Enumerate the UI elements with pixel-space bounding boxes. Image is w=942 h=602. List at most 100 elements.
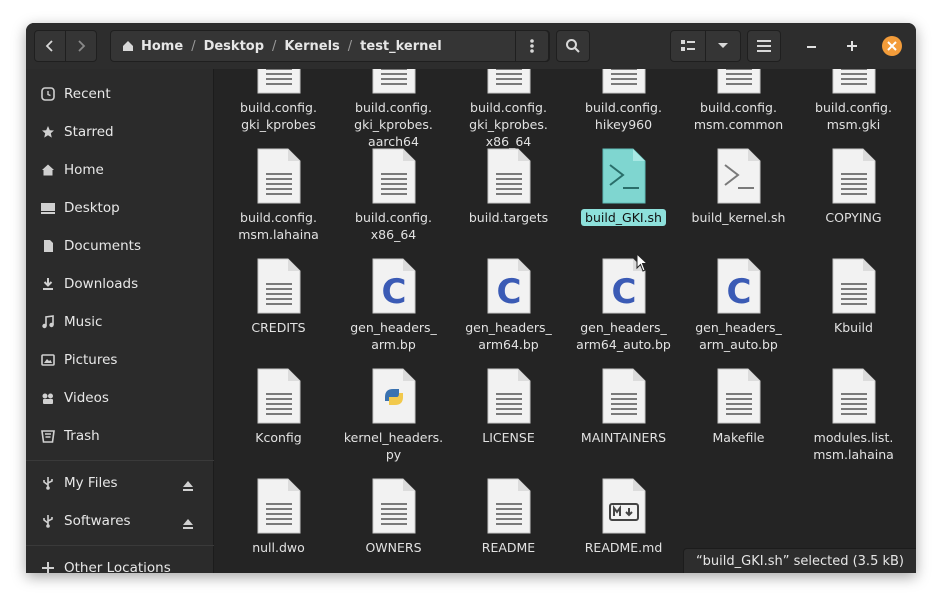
- file-name: gen_headers_ arm_auto.bp: [695, 320, 782, 352]
- text-file-icon: [371, 467, 417, 539]
- file-name: build_GKI.sh: [581, 209, 666, 226]
- trash-icon: [40, 428, 56, 444]
- breadcrumb-kernels[interactable]: Kernels: [276, 39, 347, 54]
- svg-text:C: C: [381, 272, 406, 312]
- file-item[interactable]: Cgen_headers_ arm64_auto.bp: [566, 247, 681, 357]
- text-file-icon: [831, 357, 877, 429]
- file-item[interactable]: Cgen_headers_ arm.bp: [336, 247, 451, 357]
- text-file-icon: [716, 357, 762, 429]
- c-file-icon: C: [716, 247, 762, 319]
- sidebar-item-documents[interactable]: Documents: [26, 231, 214, 261]
- svg-text:C: C: [726, 272, 751, 312]
- file-item[interactable]: null.dwo: [221, 467, 336, 573]
- download-icon: [40, 276, 56, 292]
- file-item[interactable]: README: [451, 467, 566, 573]
- sidebar-item-other-locations[interactable]: Other Locations: [26, 553, 214, 573]
- file-item[interactable]: build.config. hikey960: [566, 69, 681, 137]
- sidebar-item-recent[interactable]: Recent: [26, 79, 214, 109]
- file-item[interactable]: Kconfig: [221, 357, 336, 467]
- main-menu-button[interactable]: [747, 30, 781, 62]
- file-item[interactable]: build.config. msm.gki: [796, 69, 911, 137]
- document-icon: [40, 238, 56, 254]
- home-icon: [123, 41, 133, 51]
- file-item[interactable]: build.config. msm.lahaina: [221, 137, 336, 247]
- svg-text:C: C: [611, 272, 636, 312]
- sidebar-item-label: Home: [64, 162, 104, 178]
- file-item[interactable]: MAINTAINERS: [566, 357, 681, 467]
- file-item[interactable]: Cgen_headers_ arm_auto.bp: [681, 247, 796, 357]
- file-item[interactable]: COPYING: [796, 137, 911, 247]
- usb-icon: [40, 475, 56, 491]
- sidebar-item-label: Softwares: [64, 513, 131, 529]
- text-file-icon: [256, 247, 302, 319]
- file-item[interactable]: build.config. x86_64: [336, 137, 451, 247]
- text-file-icon: [831, 69, 877, 99]
- status-bar: “build_GKI.sh” selected (3.5 kB): [682, 548, 916, 573]
- file-item[interactable]: build.config. gki_kprobes. x86_64: [451, 69, 566, 149]
- sidebar-item-pictures[interactable]: Pictures: [26, 345, 214, 375]
- file-item[interactable]: build.config. gki_kprobes: [221, 69, 336, 137]
- close-button[interactable]: [882, 36, 902, 56]
- file-item[interactable]: Makefile: [681, 357, 796, 467]
- usb-icon: [40, 513, 56, 529]
- back-button[interactable]: [34, 30, 66, 62]
- file-item[interactable]: build_GKI.sh: [566, 137, 681, 247]
- minimize-button[interactable]: [801, 35, 823, 57]
- file-item[interactable]: kernel_headers. py: [336, 357, 451, 467]
- forward-button[interactable]: [65, 30, 97, 62]
- search-icon: [566, 39, 580, 53]
- sidebar-item-trash[interactable]: Trash: [26, 421, 214, 451]
- sidebar-item-downloads[interactable]: Downloads: [26, 269, 214, 299]
- sidebar-item-home[interactable]: Home: [26, 155, 214, 185]
- sidebar-item-videos[interactable]: Videos: [26, 383, 214, 413]
- file-item[interactable]: Cgen_headers_ arm64.bp: [451, 247, 566, 357]
- file-name: gen_headers_ arm.bp: [350, 320, 437, 352]
- sidebar-divider: [26, 545, 214, 546]
- home-icon: [40, 162, 56, 178]
- file-item[interactable]: LICENSE: [451, 357, 566, 467]
- text-file-icon: [831, 137, 877, 209]
- file-item[interactable]: README.md: [566, 467, 681, 573]
- path-menu-button[interactable]: [515, 30, 549, 62]
- file-item[interactable]: OWNERS: [336, 467, 451, 573]
- file-item[interactable]: modules.list. msm.lahaina: [796, 357, 911, 467]
- view-options-button[interactable]: [705, 30, 741, 62]
- view-mode-button[interactable]: [670, 30, 706, 62]
- breadcrumb-label: Desktop: [203, 38, 265, 54]
- file-item[interactable]: build.targets: [451, 137, 566, 247]
- file-item[interactable]: CREDITS: [221, 247, 336, 357]
- breadcrumb-label: Home: [141, 38, 184, 54]
- breadcrumb-test-kernel[interactable]: test_kernel: [352, 39, 450, 54]
- file-item[interactable]: build_kernel.sh: [681, 137, 796, 247]
- eject-icon[interactable]: [182, 515, 194, 529]
- breadcrumb-home[interactable]: Home: [111, 39, 191, 54]
- markdown-file-icon: [601, 467, 647, 539]
- chevron-left-icon: [45, 40, 53, 52]
- sidebar: Recent Starred Home Desktop Documents Downloa…: [26, 69, 214, 573]
- sidebar-item-desktop[interactable]: Desktop: [26, 193, 214, 223]
- sidebar-item-softwares[interactable]: Softwares: [26, 506, 214, 536]
- file-item[interactable]: build.config. gki_kprobes. aarch64: [336, 69, 451, 149]
- text-file-icon: [601, 357, 647, 429]
- file-name: build.targets: [468, 210, 549, 225]
- file-name: build.config. hikey960: [585, 100, 662, 132]
- list-view-icon: [681, 40, 695, 51]
- maximize-button[interactable]: [841, 35, 863, 57]
- sidebar-item-starred[interactable]: Starred: [26, 117, 214, 147]
- text-file-icon: [486, 467, 532, 539]
- sidebar-item-music[interactable]: Music: [26, 307, 214, 337]
- file-name: gen_headers_ arm64_auto.bp: [576, 320, 671, 352]
- file-name: gen_headers_ arm64.bp: [465, 320, 552, 352]
- sidebar-item-label: Documents: [64, 238, 141, 254]
- file-name: README: [481, 540, 536, 555]
- clock-icon: [40, 86, 56, 102]
- file-item[interactable]: build.config. msm.common: [681, 69, 796, 137]
- close-icon: [887, 41, 897, 51]
- eject-icon[interactable]: [182, 477, 194, 491]
- breadcrumb-desktop[interactable]: Desktop: [196, 39, 272, 54]
- file-name: Makefile: [712, 430, 765, 445]
- file-item[interactable]: Kbuild: [796, 247, 911, 357]
- search-button[interactable]: [556, 30, 590, 62]
- sidebar-item-label: Recent: [64, 86, 111, 102]
- sidebar-item-my-files[interactable]: My Files: [26, 468, 214, 498]
